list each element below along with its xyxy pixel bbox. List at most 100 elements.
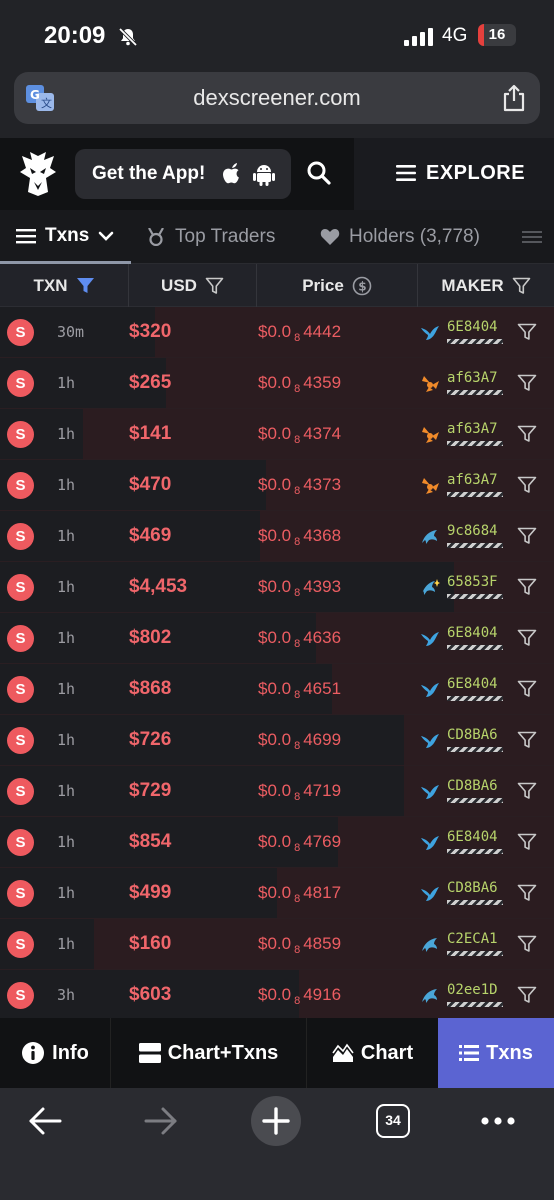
filter-icon[interactable] xyxy=(517,374,537,392)
txn-usd: $469 xyxy=(129,525,172,546)
maker-address-link[interactable]: 6E8404 xyxy=(447,829,498,845)
column-header-txn[interactable]: TXN xyxy=(0,264,129,307)
tab-holders[interactable]: Holders (3,778) xyxy=(320,210,480,264)
tab-more[interactable] xyxy=(522,210,542,264)
tab-switcher-button[interactable]: 34 xyxy=(376,1104,410,1138)
info-icon xyxy=(22,1042,45,1064)
table-row[interactable]: S 1h $160 $0.0 8 4859 C2ECA1 xyxy=(0,919,554,970)
price-digits: 4393 xyxy=(303,577,342,596)
maker-address-link[interactable]: 6E8404 xyxy=(447,625,498,641)
filter-active-icon[interactable] xyxy=(76,277,95,295)
maker-address-link[interactable]: 6E8404 xyxy=(447,319,498,335)
maker-address-underline xyxy=(447,390,503,395)
table-row[interactable]: S 1h $854 $0.0 8 4769 6E8404 xyxy=(0,817,554,868)
txn-price: $0.0 8 4373 xyxy=(258,475,341,497)
filter-icon[interactable] xyxy=(517,935,537,953)
tab-top-traders[interactable]: Top Traders xyxy=(146,210,275,264)
filter-icon[interactable] xyxy=(517,884,537,902)
column-header-maker-label: MAKER xyxy=(441,275,504,295)
nav-info-button[interactable]: Info xyxy=(0,1018,110,1088)
maker-address-link[interactable]: CD8BA6 xyxy=(447,880,498,896)
filter-icon[interactable] xyxy=(512,277,531,295)
dolphin-icon xyxy=(422,989,437,1003)
sell-badge: S xyxy=(7,676,34,703)
tab-holders-label: Holders (3,778) xyxy=(349,226,480,247)
filter-icon[interactable] xyxy=(517,323,537,341)
price-digits: 4651 xyxy=(303,679,342,698)
price-prefix: $0.0 xyxy=(258,526,292,545)
maker-address-link[interactable]: 02ee1D xyxy=(447,982,498,998)
maker-address-link[interactable]: C2ECA1 xyxy=(447,931,498,947)
column-header-maker[interactable]: MAKER xyxy=(418,264,554,307)
filter-icon[interactable] xyxy=(517,833,537,851)
txn-usd: $729 xyxy=(129,780,172,801)
table-row[interactable]: S 1h $729 $0.0 8 4719 CD8BA6 xyxy=(0,766,554,817)
column-header-price[interactable]: Price $ xyxy=(257,264,418,307)
table-row[interactable]: S 1h $499 $0.0 8 4817 CD8BA6 xyxy=(0,868,554,919)
maker-address-link[interactable]: CD8BA6 xyxy=(447,778,498,794)
filter-icon[interactable] xyxy=(517,680,537,698)
maker-address-link[interactable]: 65853F xyxy=(447,574,498,590)
table-row[interactable]: S 1h $265 $0.0 8 4359 af63A7 xyxy=(0,358,554,409)
nav-chart-button[interactable]: Chart xyxy=(306,1018,438,1088)
txn-price: $0.0 8 4359 xyxy=(258,373,341,395)
bird-icon xyxy=(421,785,439,799)
forward-arrow-icon[interactable] xyxy=(144,1106,178,1136)
explore-button[interactable]: EXPLORE xyxy=(354,138,554,210)
txns-table-header: TXN USD Price $ MAKER xyxy=(0,264,554,307)
price-zero-count: 8 xyxy=(294,995,301,1007)
txn-price: $0.0 8 4393 xyxy=(258,577,341,599)
maker-address-link[interactable]: CD8BA6 xyxy=(447,727,498,743)
bird-icon xyxy=(421,326,439,340)
filter-icon[interactable] xyxy=(517,425,537,443)
price-zero-count: 8 xyxy=(294,332,301,344)
filter-icon[interactable] xyxy=(205,277,224,295)
column-header-usd[interactable]: USD xyxy=(129,264,257,307)
txn-age: 1h xyxy=(57,782,76,800)
txn-price: $0.0 8 4817 xyxy=(258,883,341,905)
table-row[interactable]: S 30m $320 $0.0 8 4442 6E8404 xyxy=(0,307,554,358)
maker-address-underline xyxy=(447,849,503,854)
price-digits: 4817 xyxy=(303,883,342,902)
maker-address-link[interactable]: af63A7 xyxy=(447,472,498,488)
more-options-icon[interactable] xyxy=(480,1116,516,1126)
url-bar[interactable]: G 文 dexscreener.com xyxy=(14,72,540,124)
filter-icon[interactable] xyxy=(517,782,537,800)
url-text[interactable]: dexscreener.com xyxy=(14,85,540,111)
filter-icon[interactable] xyxy=(517,986,537,1004)
back-arrow-icon[interactable] xyxy=(28,1106,62,1136)
filter-icon[interactable] xyxy=(517,578,537,596)
filter-icon[interactable] xyxy=(517,527,537,545)
tab-txns[interactable]: Txns xyxy=(0,210,131,264)
table-row[interactable]: S 1h $469 $0.0 8 4368 9c8684 xyxy=(0,511,554,562)
price-zero-count: 8 xyxy=(294,434,301,446)
bell-muted-icon xyxy=(118,27,138,47)
maker-address-link[interactable]: af63A7 xyxy=(447,370,498,386)
filter-icon[interactable] xyxy=(517,731,537,749)
table-row[interactable]: S 1h $470 $0.0 8 4373 af63A7 xyxy=(0,460,554,511)
txn-age: 1h xyxy=(57,374,76,392)
nav-txns-button[interactable]: Txns xyxy=(438,1018,554,1088)
dexscreener-logo-icon[interactable] xyxy=(18,152,58,196)
nav-chart-txns-button[interactable]: Chart+Txns xyxy=(110,1018,306,1088)
table-row[interactable]: S 1h $802 $0.0 8 4636 6E8404 xyxy=(0,613,554,664)
maker-address-link[interactable]: 9c8684 xyxy=(447,523,498,539)
maker-address-underline xyxy=(447,798,503,803)
table-row[interactable]: S 1h $141 $0.0 8 4374 af63A7 xyxy=(0,409,554,460)
search-icon[interactable] xyxy=(306,160,332,186)
table-row[interactable]: S 1h $4,453 $0.0 8 4393 65853F xyxy=(0,562,554,613)
share-icon[interactable] xyxy=(502,84,526,112)
pinwheel-icon xyxy=(422,427,439,443)
maker-address-link[interactable]: af63A7 xyxy=(447,421,498,437)
table-row[interactable]: S 3h $603 $0.0 8 4916 02ee1D xyxy=(0,970,554,1018)
txn-price: $0.0 8 4699 xyxy=(258,730,341,752)
table-row[interactable]: S 1h $726 $0.0 8 4699 CD8BA6 xyxy=(0,715,554,766)
filter-icon[interactable] xyxy=(517,476,537,494)
maker-address-link[interactable]: 6E8404 xyxy=(447,676,498,692)
split-view-icon xyxy=(138,1043,161,1063)
new-tab-button[interactable] xyxy=(251,1096,301,1146)
get-the-app-button[interactable]: Get the App! xyxy=(75,149,291,199)
currency-toggle-icon[interactable]: $ xyxy=(352,276,372,296)
table-row[interactable]: S 1h $868 $0.0 8 4651 6E8404 xyxy=(0,664,554,715)
filter-icon[interactable] xyxy=(517,629,537,647)
